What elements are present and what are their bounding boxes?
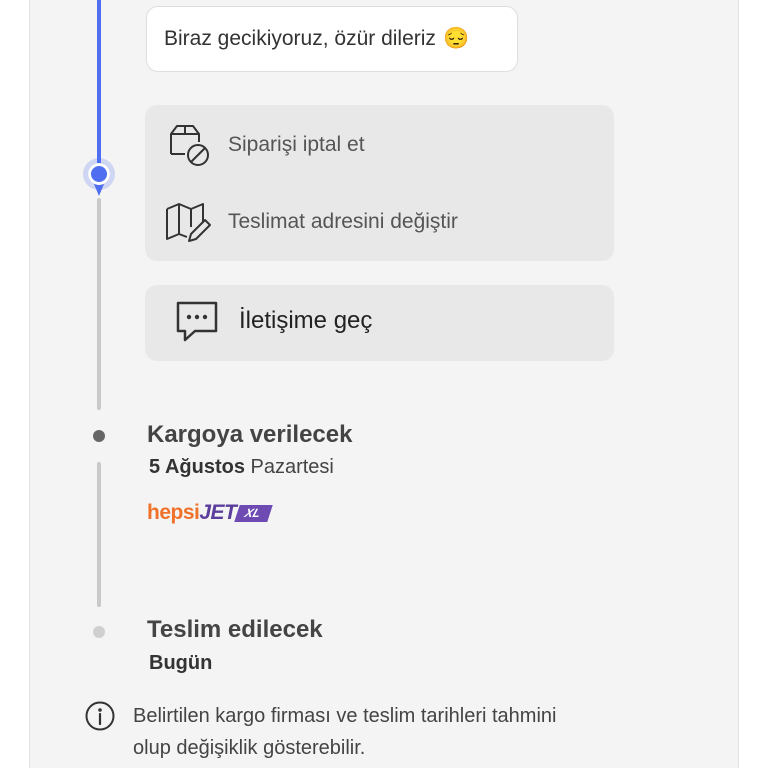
chat-bubble-icon [176, 301, 218, 342]
current-step-marker [88, 163, 110, 185]
carrier-logo-part2: JET [199, 501, 237, 524]
carrier-logo: hepsi JET XL [147, 498, 274, 528]
info-icon [85, 701, 115, 731]
estimate-info-text: Belirtilen kargo firması ve teslim tarih… [133, 700, 693, 764]
sad-face-emoji: 😔 [442, 27, 470, 50]
change-address-label: Teslimat adresini değiştir [228, 210, 458, 233]
timeline-progress-line [97, 0, 101, 172]
delivery-step-date: Bugün [149, 652, 212, 675]
map-edit-icon [166, 203, 211, 242]
shipping-weekday: Pazartesi [244, 456, 334, 478]
estimate-info-line1: Belirtilen kargo firması ve teslim tarih… [133, 705, 557, 727]
order-actions-card: Siparişi iptal et Teslimat adresini deği… [145, 105, 614, 261]
current-step-pin-tip [94, 184, 104, 196]
delay-message-bubble: Biraz gecikiyoruz, özür dileriz 😔 [146, 6, 518, 72]
estimate-info-line2: olup değişiklik gösterebilir. [133, 737, 366, 759]
carrier-logo-part1: hepsi [147, 501, 200, 524]
timeline-line-segment [97, 198, 101, 410]
change-address-button[interactable]: Teslimat adresini değiştir [145, 187, 614, 257]
timeline-dot-delivery [93, 626, 105, 638]
contact-button[interactable]: İletişime geç [145, 285, 614, 361]
package-cancel-icon [170, 125, 209, 166]
shipping-step-date: 5 Ağustos Pazartesi [149, 456, 334, 479]
shipping-step-title: Kargoya verilecek [147, 421, 353, 448]
cancel-order-button[interactable]: Siparişi iptal et [145, 110, 614, 180]
carrier-logo-badge: XL [234, 504, 274, 522]
delivery-step-title: Teslim edilecek [147, 616, 323, 643]
delay-message-text: Biraz gecikiyoruz, özür dileriz [164, 27, 436, 50]
shipping-date: 5 Ağustos [149, 456, 245, 478]
contact-label: İletişime geç [239, 307, 373, 334]
delivery-date: Bugün [149, 652, 213, 674]
panel-border-left [29, 0, 30, 768]
cancel-order-label: Siparişi iptal et [228, 133, 365, 156]
timeline-dot-shipping [93, 430, 105, 442]
timeline-line-segment [97, 462, 101, 607]
panel-border-right [738, 0, 739, 768]
